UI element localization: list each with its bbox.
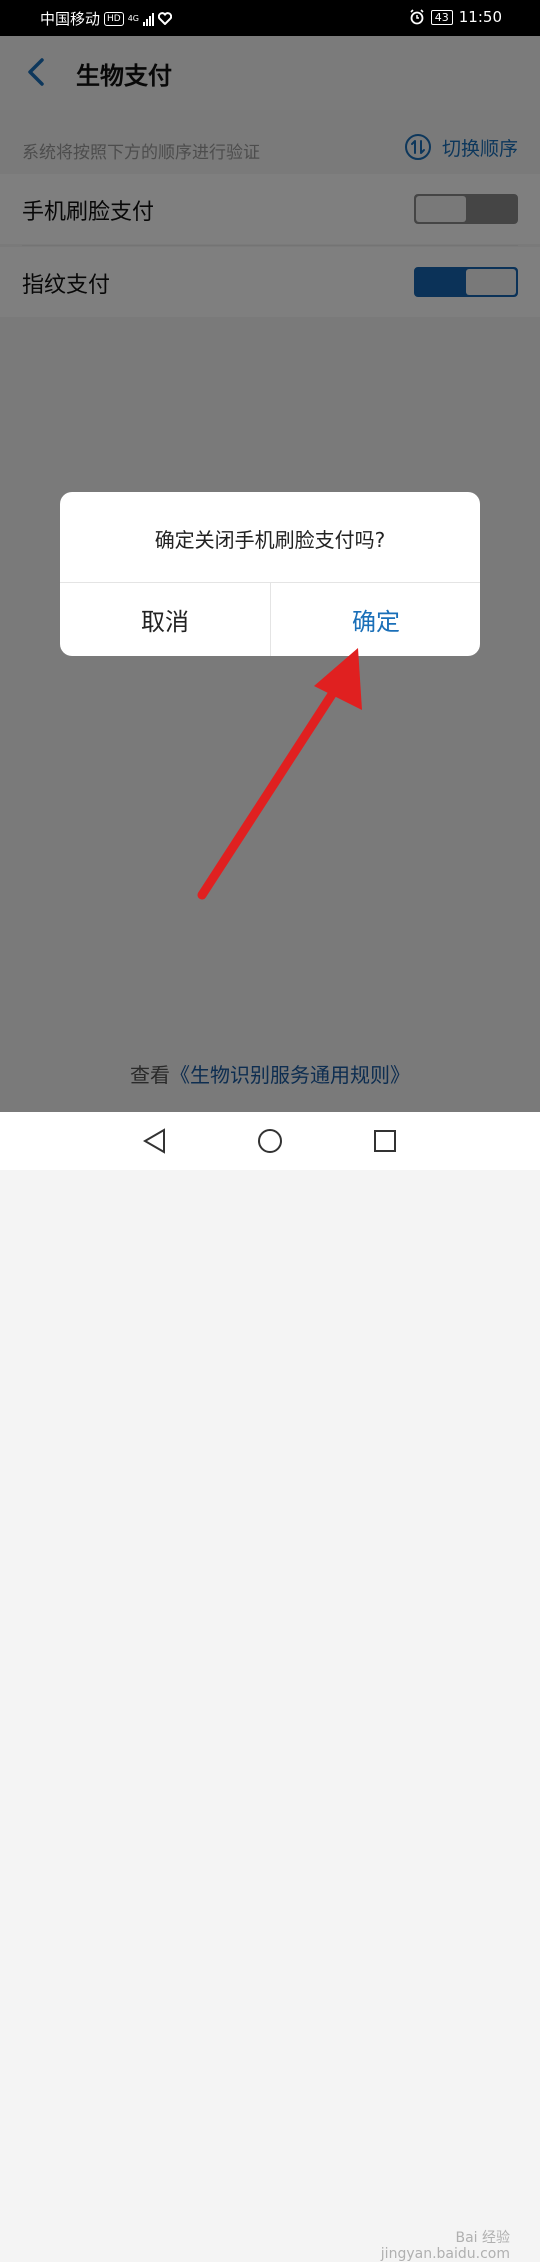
signal-icon — [143, 12, 155, 26]
baidu-watermark: Bai 经验 jingyan.baidu.com — [381, 2230, 510, 2262]
alarm-icon — [410, 9, 424, 25]
hd-badge: HD — [104, 11, 124, 26]
system-nav-bar: Bai 经验 jingyan.baidu.com — [0, 1112, 540, 2262]
dialog-message: 确定关闭手机刷脸支付吗? — [154, 528, 386, 552]
network-type: 4G — [127, 13, 140, 23]
watermark-line1: Bai 经验 — [455, 2230, 510, 2246]
status-left: 中国移动 HD 4G — [40, 8, 173, 29]
battery-icon: 43 — [430, 9, 453, 25]
watermark-line2: jingyan.baidu.com — [380, 2246, 510, 2262]
red-pointer-arrow — [197, 648, 362, 900]
nav-home-icon[interactable] — [255, 1126, 285, 1156]
clock: 11:50 — [458, 8, 502, 26]
carrier-name: 中国移动 — [40, 10, 101, 28]
heart-icon — [158, 12, 173, 25]
status-bar: 中国移动 HD 4G 43 11:50 — [0, 0, 540, 36]
nav-recent-apps-icon[interactable] — [370, 1126, 400, 1156]
status-right: 43 11:50 — [409, 8, 502, 26]
nav-back-icon[interactable] — [140, 1126, 170, 1156]
